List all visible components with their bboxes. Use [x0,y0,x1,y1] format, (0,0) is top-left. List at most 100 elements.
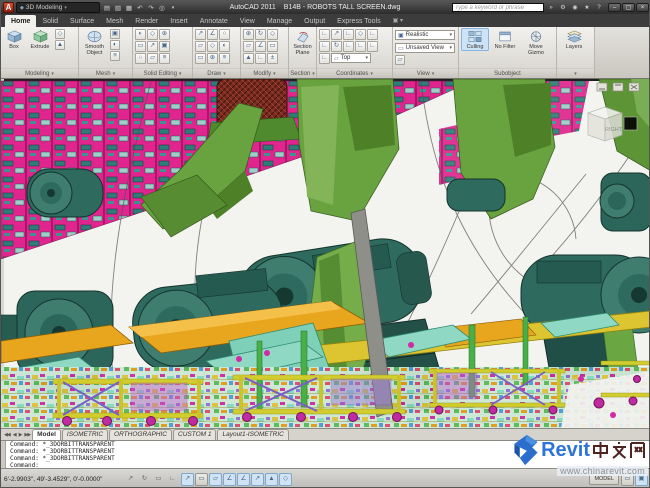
lineweight-toggle[interactable] [265,473,278,486]
minimize-button[interactable] [608,3,621,12]
smooth-object-button[interactable]: Smooth Object [81,28,108,57]
gradient-icon[interactable] [219,53,230,64]
layout-tab-orthographic[interactable]: ORTHOGRAPHIC [109,429,172,440]
interfere-icon[interactable] [147,41,158,52]
ucs-origin-icon[interactable] [319,41,330,52]
tab-render[interactable]: Render [129,15,164,27]
intersect-icon[interactable] [159,29,170,40]
stretch-icon[interactable] [267,41,278,52]
quick-view-drawings-icon[interactable] [635,473,648,486]
polysolid-icon[interactable] [55,29,65,39]
next-layout-icon[interactable] [19,432,22,438]
infer-constraints-icon[interactable] [124,473,137,486]
move-gizmo-button[interactable]: Move Gizmo [521,28,551,57]
circle-icon[interactable] [219,29,230,40]
layout-tab-model[interactable]: Model [32,429,61,440]
panel-label-subobject[interactable]: Subobject [459,68,556,78]
ucs-previous-icon[interactable] [343,29,354,40]
layers-button[interactable]: Layers [559,28,589,51]
search-input[interactable] [452,3,544,12]
fillet-edge-icon[interactable] [135,53,146,64]
layout-tab-custom-1[interactable]: CUSTOM 1 [173,429,216,440]
ucs-named-dropdown[interactable]: Top [331,53,371,63]
grid-display-icon[interactable] [152,473,165,486]
panel-label-mesh[interactable]: Mesh [79,68,132,78]
quick-properties-toggle[interactable] [279,473,292,486]
trim-icon[interactable] [243,53,254,64]
box-button[interactable]: Box [3,28,25,51]
tab-surface[interactable]: Surface [64,15,100,27]
command-window-resize-handle[interactable] [1,441,6,469]
help-icon[interactable] [594,3,604,13]
last-layout-icon[interactable] [24,432,30,438]
no-filter-button[interactable]: No Filter [491,28,519,51]
tab-output[interactable]: Output [298,15,331,27]
culling-button[interactable]: Culling [461,28,489,51]
panel-label-modeling[interactable]: Modeling [1,68,78,78]
named-view-dropdown[interactable]: Unsaved View [395,43,455,53]
array-icon[interactable] [267,53,278,64]
mesh-tool-icon[interactable] [110,51,120,61]
polygon-icon[interactable] [207,41,218,52]
ucs-world-icon[interactable] [331,29,342,40]
ortho-mode-icon[interactable] [166,473,179,486]
search-icon[interactable] [546,3,556,13]
mesh-tool-icon[interactable] [110,29,120,39]
tab-mesh[interactable]: Mesh [100,15,129,27]
line-icon[interactable] [195,29,206,40]
rotate-icon[interactable] [255,29,266,40]
layout-tab-isometric[interactable]: ISOMETRIC [62,429,108,440]
maximize-button[interactable] [622,3,635,12]
communication-center-icon[interactable] [570,3,580,13]
model-space-button[interactable]: MODEL [589,473,619,485]
mesh-tool-icon[interactable] [110,40,120,50]
3d-object-snap-toggle[interactable] [209,473,222,486]
layout-tab-layout1-isometric[interactable]: Layout1-ISOMETRIC [217,429,288,440]
panel-label-solid-editing[interactable]: Solid Editing [133,68,192,78]
plot-icon[interactable] [157,3,167,13]
polar-tracking-toggle[interactable] [181,473,194,486]
object-snap-tracking-toggle[interactable] [223,473,236,486]
panel-label-draw[interactable]: Draw [193,68,240,78]
ucs-named-icon[interactable] [367,41,378,52]
visual-style-dropdown[interactable]: Realistic [395,30,455,40]
arc-icon[interactable] [219,41,230,52]
redo-icon[interactable] [146,3,156,13]
viewport-restore-icon[interactable] [613,83,623,91]
viewport-canvas[interactable]: RIGHT [1,79,650,428]
union-icon[interactable] [135,29,146,40]
object-snap-toggle[interactable] [195,473,208,486]
copy-icon[interactable] [243,41,254,52]
new-file-icon[interactable] [102,3,112,13]
ucs-z-axis-icon[interactable] [331,41,342,52]
hatch-icon[interactable] [195,53,206,64]
dynamic-ucs-toggle[interactable] [237,473,250,486]
favorites-icon[interactable] [582,3,592,13]
snap-mode-icon[interactable] [138,473,151,486]
first-layout-icon[interactable] [4,432,10,438]
point-icon[interactable] [207,53,218,64]
subtract-icon[interactable] [147,29,158,40]
tab-manage[interactable]: Manage [261,15,298,27]
dynamic-input-toggle[interactable] [251,473,264,486]
mirror-icon[interactable] [255,41,266,52]
viewport-minimize-icon[interactable] [597,83,607,91]
extrude-button[interactable]: Extrude [27,28,53,51]
drawing-viewport[interactable]: RIGHT [1,79,650,428]
imprint-icon[interactable] [159,41,170,52]
tab-insert[interactable]: Insert [164,15,194,27]
viewport-config-icon[interactable] [395,55,405,65]
ucs-face-icon[interactable] [355,29,366,40]
polyline-icon[interactable] [207,29,218,40]
workspace-dropdown[interactable]: 3D Modeling [16,2,100,13]
panel-label-section[interactable]: Section [289,68,316,78]
tab-home[interactable]: Home [5,15,36,27]
fillet-icon[interactable] [255,53,266,64]
slice-icon[interactable] [135,41,146,52]
rectangle-icon[interactable] [195,41,206,52]
ucs-x-icon[interactable] [355,41,366,52]
tab-view[interactable]: View [234,15,261,27]
quick-view-layouts-icon[interactable] [621,473,634,486]
command-window[interactable]: Command: *_3DORBITTRANSPARENT Command: *… [1,440,650,468]
prev-layout-icon[interactable] [13,432,16,438]
